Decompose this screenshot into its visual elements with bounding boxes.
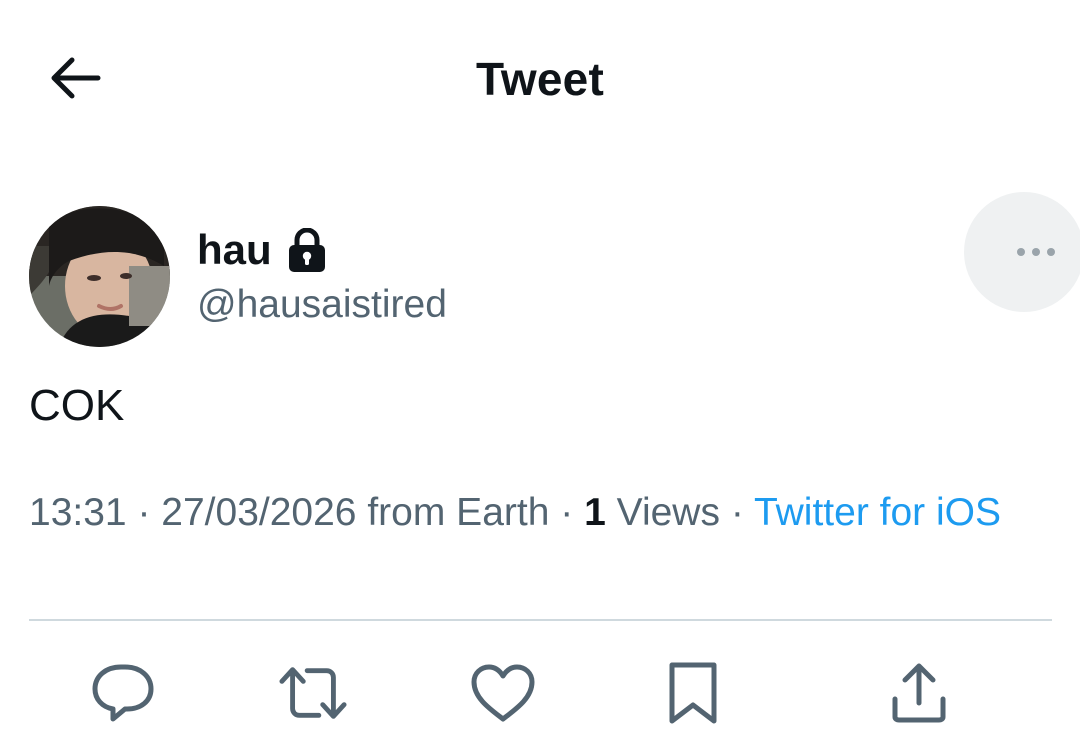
heart-icon	[471, 664, 535, 722]
tweet-detail-page: Tweet hau @hausaistired COK 13:31 · 27/0…	[0, 0, 1080, 750]
tweet-source-link[interactable]: Twitter for iOS	[754, 491, 1001, 534]
bookmark-icon	[669, 662, 717, 724]
display-name[interactable]: hau	[197, 222, 272, 278]
like-button[interactable]	[468, 658, 538, 728]
lock-icon	[288, 228, 326, 272]
bookmark-button[interactable]	[658, 658, 728, 728]
tweet-time[interactable]: 13:31	[29, 491, 127, 534]
tweet-meta: 13:31 · 27/03/2026 from Earth · 1 Views …	[29, 488, 1029, 538]
reply-button[interactable]	[88, 658, 158, 728]
meta-separator: ·	[730, 491, 744, 534]
page-title: Tweet	[476, 53, 604, 105]
author-name-row: hau	[197, 222, 326, 278]
views-label[interactable]: Views	[617, 491, 720, 534]
meta-separator: ·	[560, 491, 574, 534]
more-horizontal-icon	[1017, 248, 1055, 256]
more-options-button[interactable]	[964, 192, 1080, 312]
share-icon	[892, 663, 946, 723]
tweet-location: from Earth	[367, 491, 550, 534]
user-handle[interactable]: @hausaistired	[197, 280, 447, 330]
retweet-icon	[279, 667, 347, 719]
share-button[interactable]	[884, 658, 954, 728]
reply-icon	[92, 664, 154, 722]
retweet-button[interactable]	[278, 658, 348, 728]
meta-separator: ·	[137, 491, 151, 534]
tweet-date[interactable]: 27/03/2026	[161, 491, 356, 534]
tweet-text: COK	[29, 381, 125, 430]
avatar-photo	[29, 206, 170, 347]
avatar[interactable]	[29, 206, 170, 347]
views-count[interactable]: 1	[584, 491, 606, 534]
divider	[29, 619, 1052, 621]
